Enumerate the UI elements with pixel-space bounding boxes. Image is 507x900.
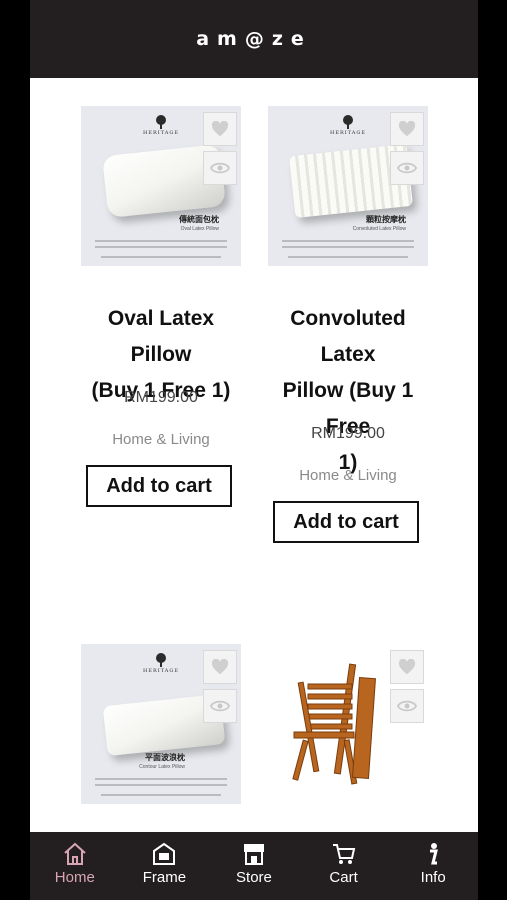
nav-label: Cart [329, 869, 358, 886]
bottom-nav: Home Frame Store Cart Info [30, 832, 478, 900]
fine-print [288, 256, 408, 258]
fine-print [282, 240, 414, 242]
image-caption-cn: 傳統面包枕 [179, 215, 219, 224]
info-icon [430, 843, 439, 865]
home-icon [64, 842, 86, 865]
fine-print [95, 240, 227, 242]
eye-icon [397, 700, 417, 712]
nav-cart[interactable]: Cart [299, 832, 389, 900]
eye-icon [210, 700, 230, 712]
nav-store[interactable]: Store [209, 832, 299, 900]
frame-icon [153, 842, 176, 865]
quick-view-button[interactable] [390, 151, 424, 185]
wishlist-button[interactable] [203, 112, 237, 146]
nav-label: Home [54, 869, 95, 886]
eye-icon [397, 162, 417, 174]
nav-label: Info [420, 869, 446, 886]
app-frame: am@ze HERITAGE 傳統面包枕 Oval Latex Pillow O… [30, 0, 478, 900]
brand-logo: HERITAGE [141, 114, 181, 136]
nav-info[interactable]: Info [388, 832, 478, 900]
fine-print [95, 778, 227, 780]
image-caption-en: Oval Latex Pillow [180, 226, 219, 232]
add-to-cart-button[interactable]: Add to cart [86, 465, 232, 507]
eye-icon [210, 162, 230, 174]
product-category[interactable]: Home & Living [263, 467, 433, 484]
wishlist-button[interactable] [390, 112, 424, 146]
image-caption-cn: 平面波浪枕 [145, 753, 185, 762]
product-price: RM199.00 [124, 389, 198, 406]
nav-label: Frame [142, 869, 187, 886]
heart-icon [398, 659, 416, 675]
image-caption-cn: 顆粒按摩枕 [366, 215, 406, 224]
cart-icon [332, 844, 355, 864]
fine-print [101, 256, 221, 258]
add-to-cart-button[interactable]: Add to cart [273, 501, 419, 543]
brand-logo: HERITAGE [141, 652, 181, 674]
nav-home[interactable]: Home [30, 832, 120, 900]
app-logo[interactable]: am@ze [196, 28, 312, 50]
nav-label: Store [236, 869, 272, 886]
image-caption-en: Convoluted Latex Pillow [352, 226, 406, 232]
brand-logo: HERITAGE [328, 114, 368, 136]
product-category[interactable]: Home & Living [76, 431, 246, 448]
fine-print [282, 246, 414, 248]
product-title[interactable]: Convoluted Latex Pillow (Buy 1 Free 1) [260, 301, 436, 481]
heart-icon [211, 121, 229, 137]
top-bar: am@ze [30, 0, 478, 78]
heart-icon [211, 659, 229, 675]
store-icon [243, 844, 264, 865]
quick-view-button[interactable] [203, 689, 237, 723]
nav-frame[interactable]: Frame [120, 832, 210, 900]
fine-print [101, 794, 221, 796]
wishlist-button[interactable] [203, 650, 237, 684]
fine-print [95, 246, 227, 248]
heart-icon [398, 121, 416, 137]
quick-view-button[interactable] [203, 151, 237, 185]
fine-print [95, 784, 227, 786]
wishlist-button[interactable] [390, 650, 424, 684]
product-price: RM199.00 [311, 425, 385, 442]
image-caption-en: Contour Latex Pillow [139, 764, 185, 770]
quick-view-button[interactable] [390, 689, 424, 723]
